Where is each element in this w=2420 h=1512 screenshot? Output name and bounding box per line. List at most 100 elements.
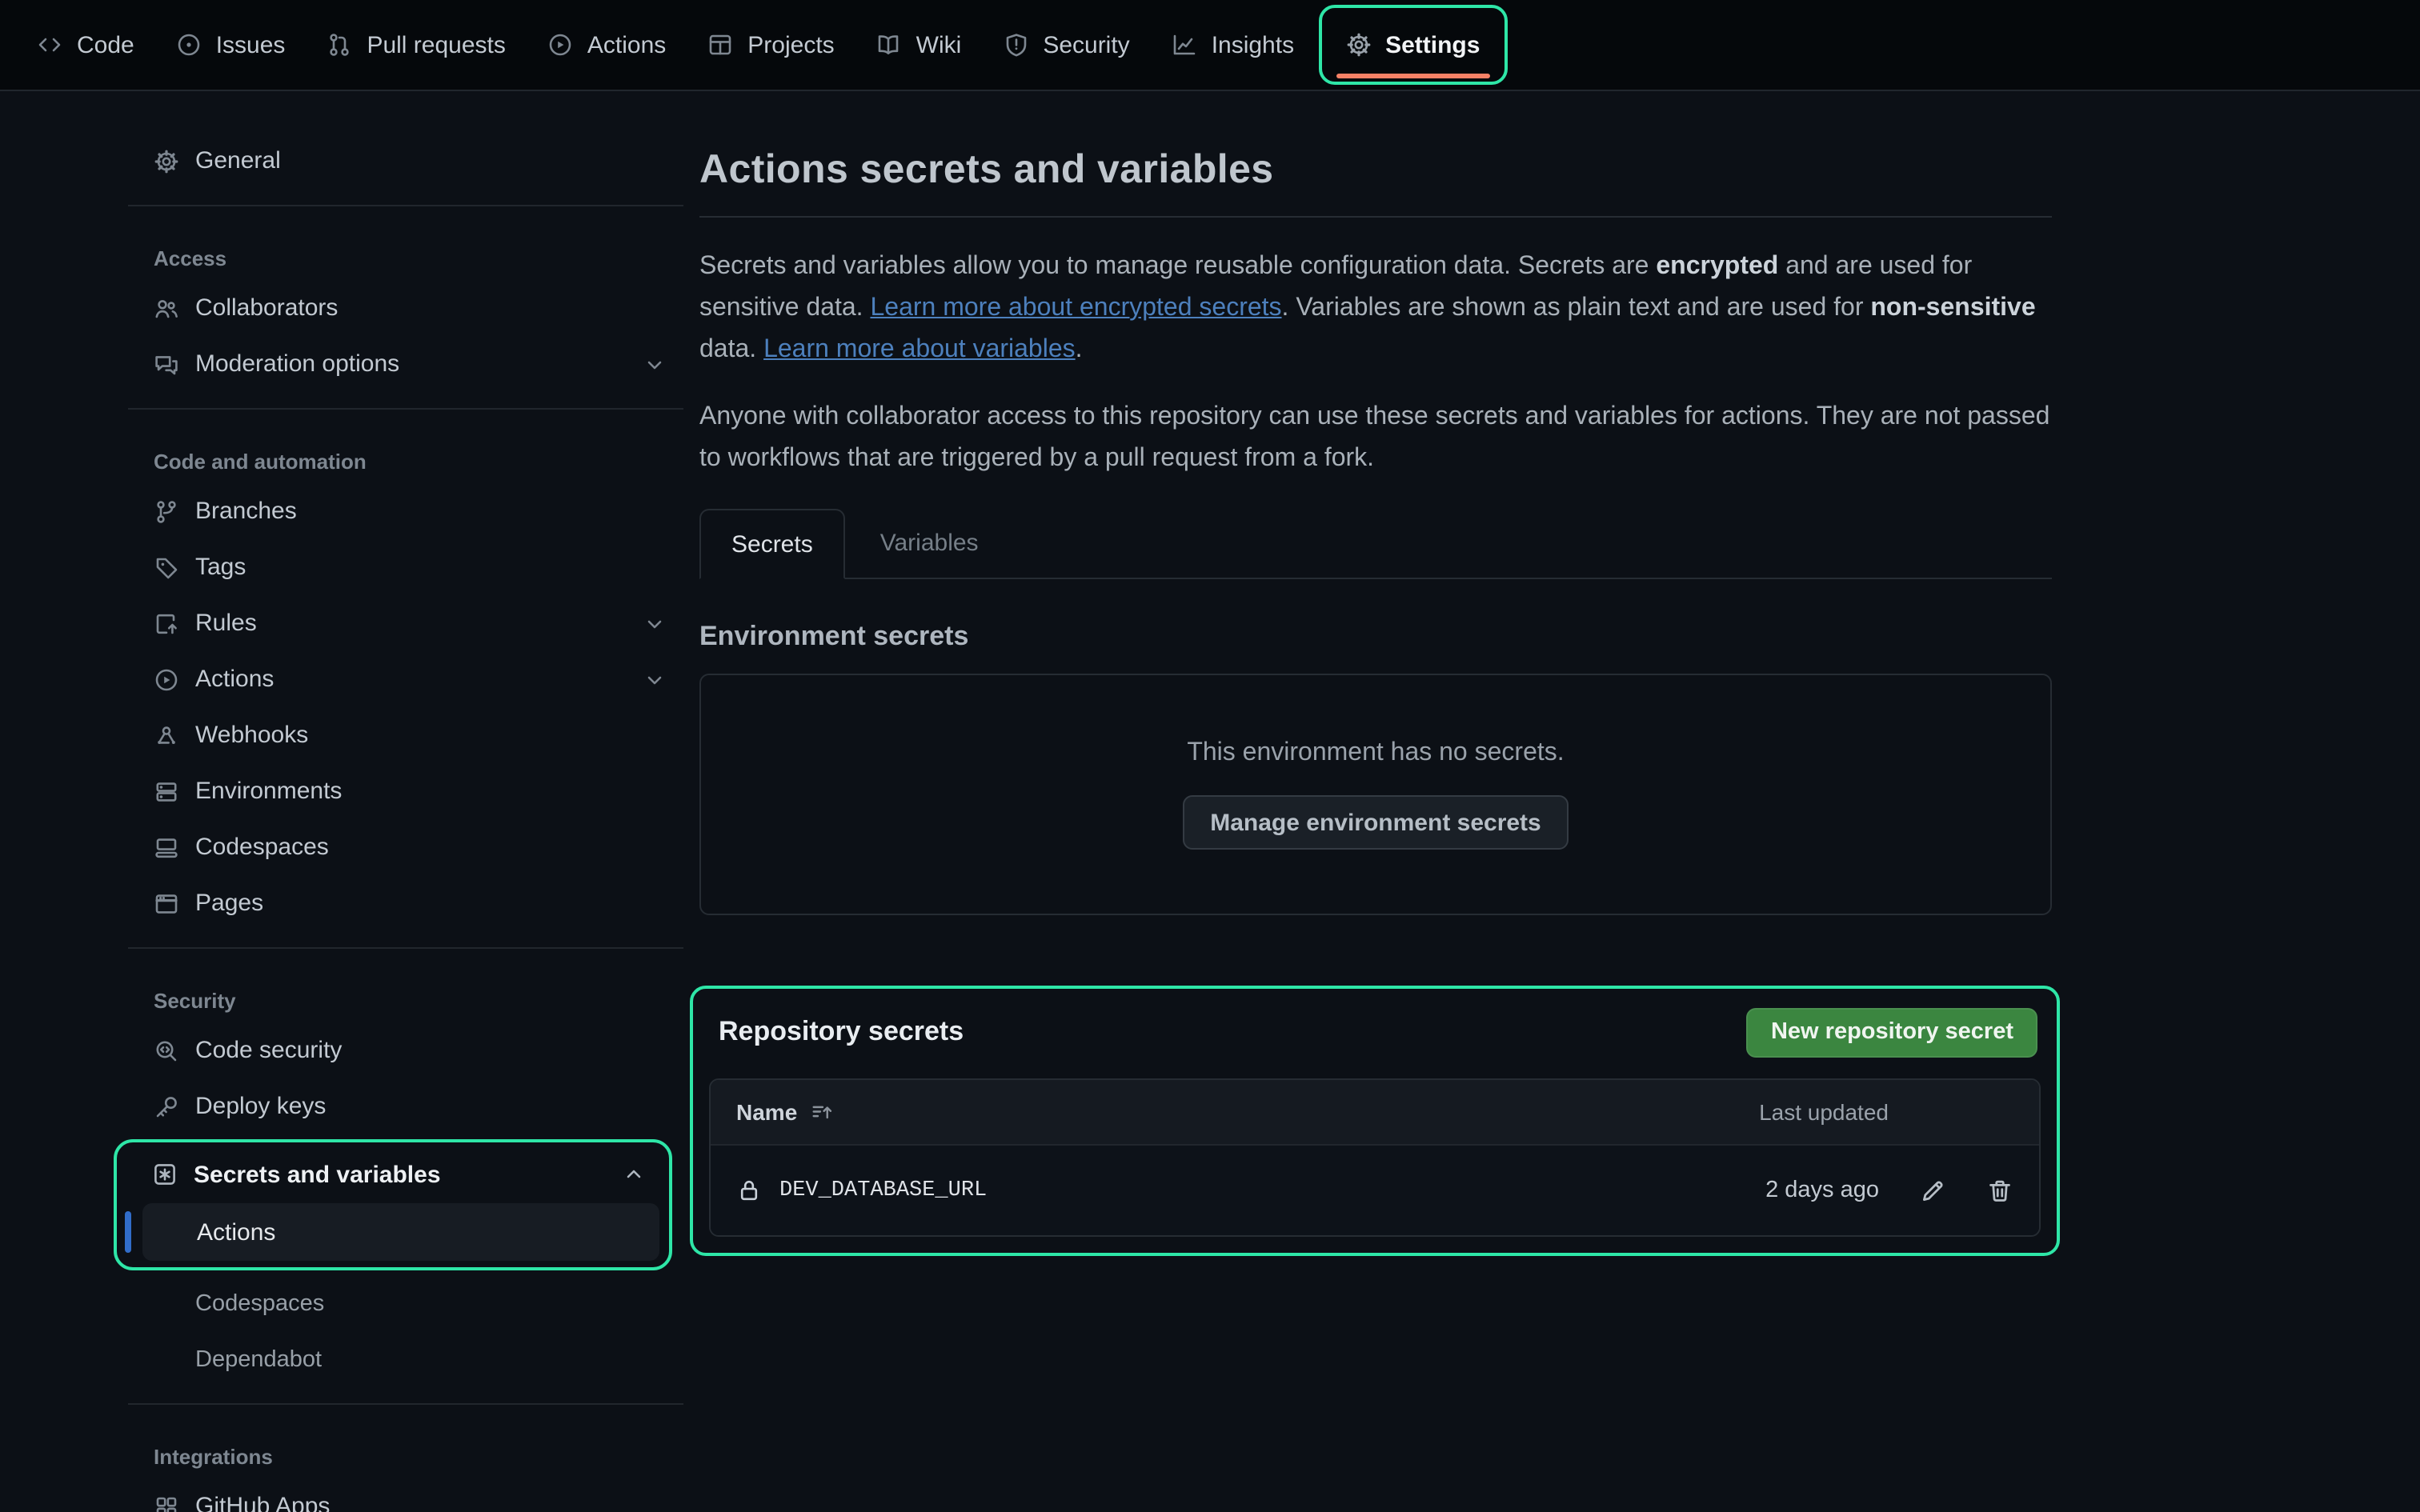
table-header-row: Name Last updated: [711, 1080, 2039, 1144]
rules-icon: [154, 610, 179, 636]
nav-tab-issues[interactable]: Issues: [155, 0, 307, 90]
sidebar-item-secrets-and-variables[interactable]: Secrets and variables: [120, 1146, 666, 1203]
sidebar-item-rules[interactable]: Rules: [128, 595, 683, 651]
nav-tab-pull-requests[interactable]: Pull requests: [306, 0, 526, 90]
link-encrypted-secrets[interactable]: Learn more about encrypted secrets: [870, 294, 1281, 322]
settings-sidebar: General Access Collaborators Moderation …: [0, 91, 699, 1512]
title-divider: [699, 216, 2052, 218]
environment-secrets-box: This environment has no secrets. Manage …: [699, 674, 2052, 915]
nav-tab-label: Insights: [1212, 31, 1294, 58]
sort-ascending-icon: [810, 1100, 834, 1124]
sidebar-section-code-automation: Code and automation: [128, 426, 683, 483]
sidebar-item-deploy-keys[interactable]: Deploy keys: [128, 1078, 683, 1134]
sidebar-item-label: Actions: [195, 666, 274, 693]
apps-grid-icon: [154, 1494, 179, 1512]
code-scan-icon: [154, 1038, 179, 1063]
sidebar-item-actions[interactable]: Actions: [128, 651, 683, 707]
intro-paragraph: Secrets and variables allow you to manag…: [699, 246, 2052, 371]
nav-tab-settings-active[interactable]: Settings: [1318, 5, 1507, 85]
sidebar-section-integrations: Integrations: [128, 1421, 683, 1478]
secret-name: DEV_DATABASE_URL: [779, 1178, 987, 1202]
nav-tab-label: Security: [1043, 31, 1129, 58]
manage-environment-secrets-button[interactable]: Manage environment secrets: [1183, 795, 1569, 850]
secrets-variables-tabs: Secrets Variables: [699, 509, 2052, 579]
sidebar-item-label: Environments: [195, 778, 342, 805]
sidebar-item-pages[interactable]: Pages: [128, 875, 683, 931]
sidebar-item-label: Deploy keys: [195, 1093, 326, 1120]
sidebar-item-label: Moderation options: [195, 350, 399, 378]
sidebar-item-codespaces[interactable]: Codespaces: [128, 819, 683, 875]
table-icon: [707, 32, 733, 58]
chevron-down-icon: [642, 666, 667, 692]
nav-tab-label: Code: [77, 31, 134, 58]
edit-secret-button[interactable]: [1919, 1177, 1946, 1204]
sidebar-item-collaborators[interactable]: Collaborators: [128, 280, 683, 336]
sidebar-item-label: Pages: [195, 890, 263, 917]
tag-icon: [154, 554, 179, 580]
intro-text: Secrets and variables allow you to manag…: [699, 253, 1656, 280]
new-repository-secret-button[interactable]: New repository secret: [1747, 1007, 2037, 1057]
issue-opened-icon: [176, 32, 202, 58]
nav-tab-security[interactable]: Security: [982, 0, 1150, 90]
sidebar-item-code-security[interactable]: Code security: [128, 1022, 683, 1078]
sidebar-item-label: Webhooks: [195, 722, 308, 749]
tab-secrets-active[interactable]: Secrets: [699, 509, 845, 579]
sidebar-divider: [128, 408, 683, 410]
nav-tab-insights[interactable]: Insights: [1151, 0, 1315, 90]
environment-secrets-heading: Environment secrets: [699, 621, 2052, 653]
intro-bold-encrypted: encrypted: [1656, 253, 1778, 280]
tab-variables[interactable]: Variables: [845, 509, 1014, 578]
sidebar-item-label: Codespaces: [195, 834, 329, 861]
intro-text: data.: [699, 336, 763, 363]
sidebar-item-label: Branches: [195, 498, 297, 525]
nav-tab-code[interactable]: Code: [16, 0, 155, 90]
annotation-secrets-and-variables: Secrets and variables Actions: [114, 1139, 672, 1270]
collaborator-paragraph: Anyone with collaborator access to this …: [699, 397, 2052, 480]
codespaces-icon: [154, 834, 179, 860]
link-variables[interactable]: Learn more about variables: [763, 336, 1076, 363]
chevron-down-icon: [642, 351, 667, 377]
nav-tab-label: Pull requests: [367, 31, 505, 58]
key-icon: [154, 1094, 179, 1119]
sidebar-item-github-apps[interactable]: GitHub Apps: [128, 1478, 683, 1512]
sidebar-item-label: Collaborators: [195, 294, 338, 322]
sidebar-divider: [128, 205, 683, 206]
chevron-up-icon: [621, 1162, 647, 1187]
sidebar-item-label: Secrets and variables: [194, 1161, 441, 1188]
sidebar-divider: [128, 1403, 683, 1405]
nav-tab-label: Actions: [587, 31, 666, 58]
sidebar-item-label: Code security: [195, 1037, 342, 1064]
sidebar-item-tags[interactable]: Tags: [128, 539, 683, 595]
page-title: Actions secrets and variables: [699, 147, 2052, 194]
chevron-down-icon: [642, 610, 667, 636]
name-column-header[interactable]: Name: [736, 1099, 834, 1125]
code-icon: [37, 32, 62, 58]
sidebar-subitem-actions-selected[interactable]: Actions: [142, 1203, 659, 1261]
repository-secrets-table: Name Last updated DEV_DATABASE_URL: [709, 1078, 2041, 1237]
nav-tab-wiki[interactable]: Wiki: [855, 0, 983, 90]
sidebar-item-general[interactable]: General: [128, 133, 683, 189]
delete-secret-button[interactable]: [1986, 1177, 2013, 1204]
main-content: Actions secrets and variables Secrets an…: [699, 91, 2420, 1512]
intro-bold-non-sensitive: non-sensitive: [1870, 294, 2035, 322]
repo-nav: Code Issues Pull requests Actions Projec…: [0, 0, 2420, 91]
people-icon: [154, 295, 179, 321]
sidebar-subitem-dependabot[interactable]: Dependabot: [128, 1331, 683, 1387]
square-asterisk-icon: [152, 1162, 178, 1187]
nav-tab-label: Projects: [747, 31, 834, 58]
nav-tab-projects[interactable]: Projects: [687, 0, 855, 90]
webhook-icon: [154, 722, 179, 748]
environment-empty-text: This environment has no secrets.: [1187, 739, 1564, 768]
nav-tab-label: Issues: [216, 31, 286, 58]
git-branch-icon: [154, 498, 179, 524]
sidebar-subitem-label: Codespaces: [195, 1290, 324, 1316]
sidebar-item-webhooks[interactable]: Webhooks: [128, 707, 683, 763]
sidebar-item-environments[interactable]: Environments: [128, 763, 683, 819]
sidebar-subitem-label: Dependabot: [195, 1346, 322, 1372]
sidebar-item-moderation-options[interactable]: Moderation options: [128, 336, 683, 392]
sidebar-item-branches[interactable]: Branches: [128, 483, 683, 539]
nav-tab-actions[interactable]: Actions: [527, 0, 687, 90]
comment-discussion-icon: [154, 351, 179, 377]
sidebar-subitem-codespaces[interactable]: Codespaces: [128, 1275, 683, 1331]
gear-icon: [1345, 32, 1371, 58]
